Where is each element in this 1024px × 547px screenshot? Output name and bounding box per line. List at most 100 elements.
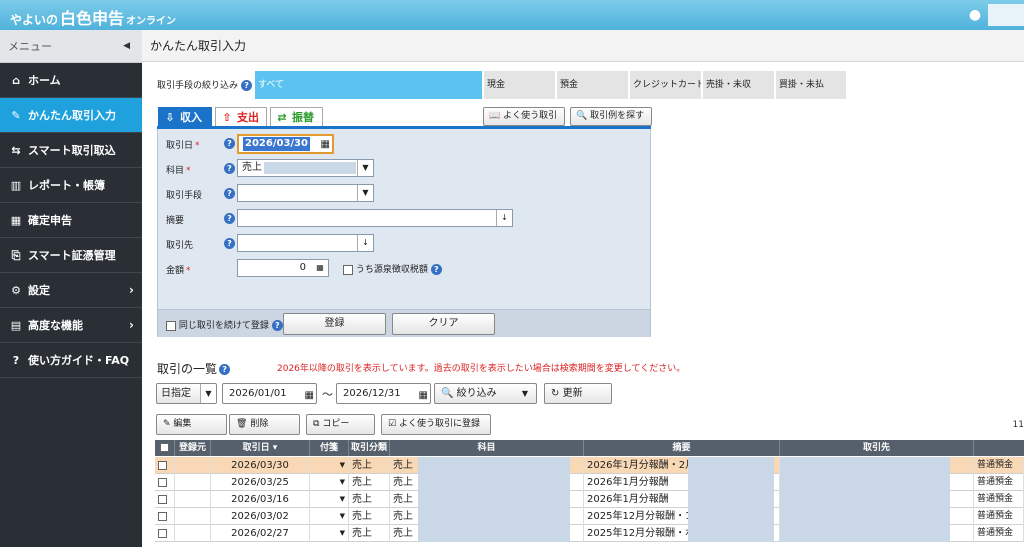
amount-input[interactable]: 0 ▦	[237, 259, 329, 277]
tab-income[interactable]: ⇩ 収入	[158, 107, 212, 126]
sticky-note-dropdown[interactable]: ▼	[310, 474, 349, 491]
redacted-area	[780, 457, 950, 474]
continue-checkbox[interactable]	[166, 320, 176, 331]
help-icon[interactable]: ?	[430, 264, 442, 275]
help-icon[interactable]: ?	[271, 320, 283, 331]
refresh-button[interactable]: ↻ 更新	[544, 383, 612, 404]
column-header[interactable]: 取引日 ▾	[211, 440, 310, 456]
row-checkbox-cell[interactable]	[155, 508, 175, 525]
withholding-option[interactable]: うち源泉徴収税額 ?	[343, 262, 442, 275]
filter-tab-bank[interactable]: 預金	[557, 71, 629, 99]
sticky-note-dropdown[interactable]: ▼	[310, 525, 349, 542]
row-checkbox[interactable]	[158, 460, 167, 470]
calendar-icon[interactable]: ▦	[305, 386, 314, 403]
date-to-input[interactable]: 2026/12/31 ▦	[336, 383, 431, 404]
column-header[interactable]: 登録元	[175, 440, 211, 456]
column-header[interactable]: 摘要	[584, 440, 780, 456]
help-icon[interactable]: ?	[224, 138, 235, 149]
help-icon[interactable]: ?	[241, 80, 253, 91]
column-header[interactable]: 付箋	[310, 440, 349, 456]
account-select[interactable]: 売上 ▼	[237, 159, 374, 177]
table-row[interactable]: 2026/03/25 ▼ 売上 売上（ 2026年1月分報酬 普通預金	[155, 474, 1024, 491]
date-label: 取引日 *	[166, 141, 200, 151]
row-checkbox[interactable]	[158, 477, 167, 487]
sidebar-item-smart-import[interactable]: ⇆ スマート取引取込	[0, 133, 142, 168]
filter-button[interactable]: 🔍 絞り込み ▼	[434, 383, 537, 404]
redacted-area	[688, 457, 774, 474]
gear-icon: ⚙	[11, 284, 21, 297]
pencil-icon: ✎	[163, 419, 171, 429]
help-icon[interactable]: ?	[224, 163, 235, 174]
edit-button[interactable]: ✎ 編集	[156, 414, 227, 435]
select-all-checkbox[interactable]	[160, 443, 169, 452]
column-header[interactable]: 取引分類	[349, 440, 390, 456]
collapse-menu-icon[interactable]: ◀	[123, 30, 130, 63]
sticky-note-dropdown[interactable]: ▼	[310, 491, 349, 508]
withholding-checkbox[interactable]	[343, 264, 353, 275]
result-count: 11	[1012, 420, 1024, 430]
sticky-note-dropdown[interactable]: ▼	[310, 457, 349, 474]
sticky-note-dropdown[interactable]: ▼	[310, 508, 349, 525]
table-row[interactable]: 2026/03/30 ▼ 売上 売上（ 2026年1月分報酬・2月: 普通預金	[155, 457, 1024, 474]
delete-button[interactable]: 🗑 削除	[229, 414, 300, 435]
sidebar-item-tax-return[interactable]: ▦ 確定申告	[0, 203, 142, 238]
user-icon[interactable]: ●	[966, 6, 984, 24]
column-header[interactable]: 科目	[390, 440, 584, 456]
help-icon[interactable]: ?	[224, 213, 235, 224]
select-all-checkbox-cell[interactable]	[155, 440, 175, 456]
user-name-box[interactable]	[988, 4, 1024, 26]
row-checkbox-cell[interactable]	[155, 491, 175, 508]
row-checkbox[interactable]	[158, 511, 167, 521]
row-checkbox[interactable]	[158, 528, 167, 538]
calendar-icon[interactable]: ▦	[419, 386, 428, 403]
copy-button[interactable]: ⧉ コピー	[306, 414, 375, 435]
arrow-down-icon[interactable]: ↓	[496, 210, 512, 226]
row-checkbox[interactable]	[158, 494, 167, 504]
date-from-input[interactable]: 2026/01/01 ▦	[222, 383, 317, 404]
chevron-down-icon: ▼	[357, 185, 373, 201]
row-checkbox-cell[interactable]	[155, 525, 175, 542]
sidebar-item-advanced[interactable]: ▤ 高度な機能 ›	[0, 308, 142, 343]
filter-tab-payable[interactable]: 買掛・未払	[776, 71, 847, 99]
help-icon[interactable]: ?	[224, 188, 235, 199]
filter-tab-receivable[interactable]: 売掛・未収	[703, 71, 775, 99]
partner-input[interactable]: ↓	[237, 234, 374, 252]
calendar-icon[interactable]: ▦	[321, 137, 330, 152]
filter-tab-all[interactable]: すべて	[255, 71, 483, 99]
help-icon[interactable]: ?	[224, 238, 235, 249]
register-button[interactable]: 登録	[283, 313, 386, 335]
sidebar-item-label: スマート証憑管理	[28, 249, 116, 262]
clear-button[interactable]: クリア	[392, 313, 495, 335]
help-icon[interactable]: ?	[219, 364, 231, 375]
summary-cell: 2026年1月分報酬・2月:	[584, 457, 780, 474]
table-row[interactable]: 2026/03/16 ▼ 売上 売上（ 2026年1月分報酬 普通預金	[155, 491, 1024, 508]
method-select[interactable]: ▼	[237, 184, 374, 202]
table-row[interactable]: 2026/02/27 ▼ 売上 売上（ 2025年12月分報酬・ボ・ 普通預金	[155, 525, 1024, 542]
frequent-transactions-button[interactable]: 📖 よく使う取引	[483, 107, 565, 126]
import-icon: ⇆	[11, 144, 21, 157]
continue-option[interactable]: 同じ取引を続けて登録 ?	[166, 318, 283, 331]
find-examples-button[interactable]: 🔍 取引例を探す	[570, 107, 652, 126]
tab-transfer[interactable]: ⇄ 振替	[270, 107, 323, 126]
summary-input[interactable]: ↓	[237, 209, 513, 227]
calculator-icon[interactable]: ▦	[312, 260, 328, 276]
save-frequent-button[interactable]: ☑ よく使う取引に登録	[381, 414, 491, 435]
row-checkbox-cell[interactable]	[155, 457, 175, 474]
column-header[interactable]: 取引先	[780, 440, 974, 456]
tab-expense[interactable]: ⇧ 支出	[215, 107, 267, 126]
category-cell: 売上	[349, 457, 390, 474]
sidebar-item-smart-receipts[interactable]: ⎘ スマート証憑管理	[0, 238, 142, 273]
sidebar-item-guide-faq[interactable]: ? 使い方ガイド・FAQ	[0, 343, 142, 378]
sidebar-item-easy-entry[interactable]: ✎ かんたん取引入力	[0, 98, 142, 133]
arrow-down-icon[interactable]: ↓	[357, 235, 373, 251]
filter-tab-cash[interactable]: 現金	[484, 71, 556, 99]
date-input[interactable]: 2026/03/30 ▦	[237, 134, 334, 154]
sidebar-item-home[interactable]: ⌂ ホーム	[0, 63, 142, 98]
row-checkbox-cell[interactable]	[155, 474, 175, 491]
period-type-select[interactable]: 日指定 ▼	[156, 383, 217, 404]
sidebar-item-reports[interactable]: ▥ レポート・帳簿	[0, 168, 142, 203]
sidebar-item-settings[interactable]: ⚙ 設定 ›	[0, 273, 142, 308]
redacted-area	[688, 508, 774, 525]
table-row[interactable]: 2026/03/02 ▼ 売上 売上（ 2025年12月分報酬・1月 普通預金	[155, 508, 1024, 525]
filter-tab-credit-card[interactable]: クレジットカード	[630, 71, 702, 99]
